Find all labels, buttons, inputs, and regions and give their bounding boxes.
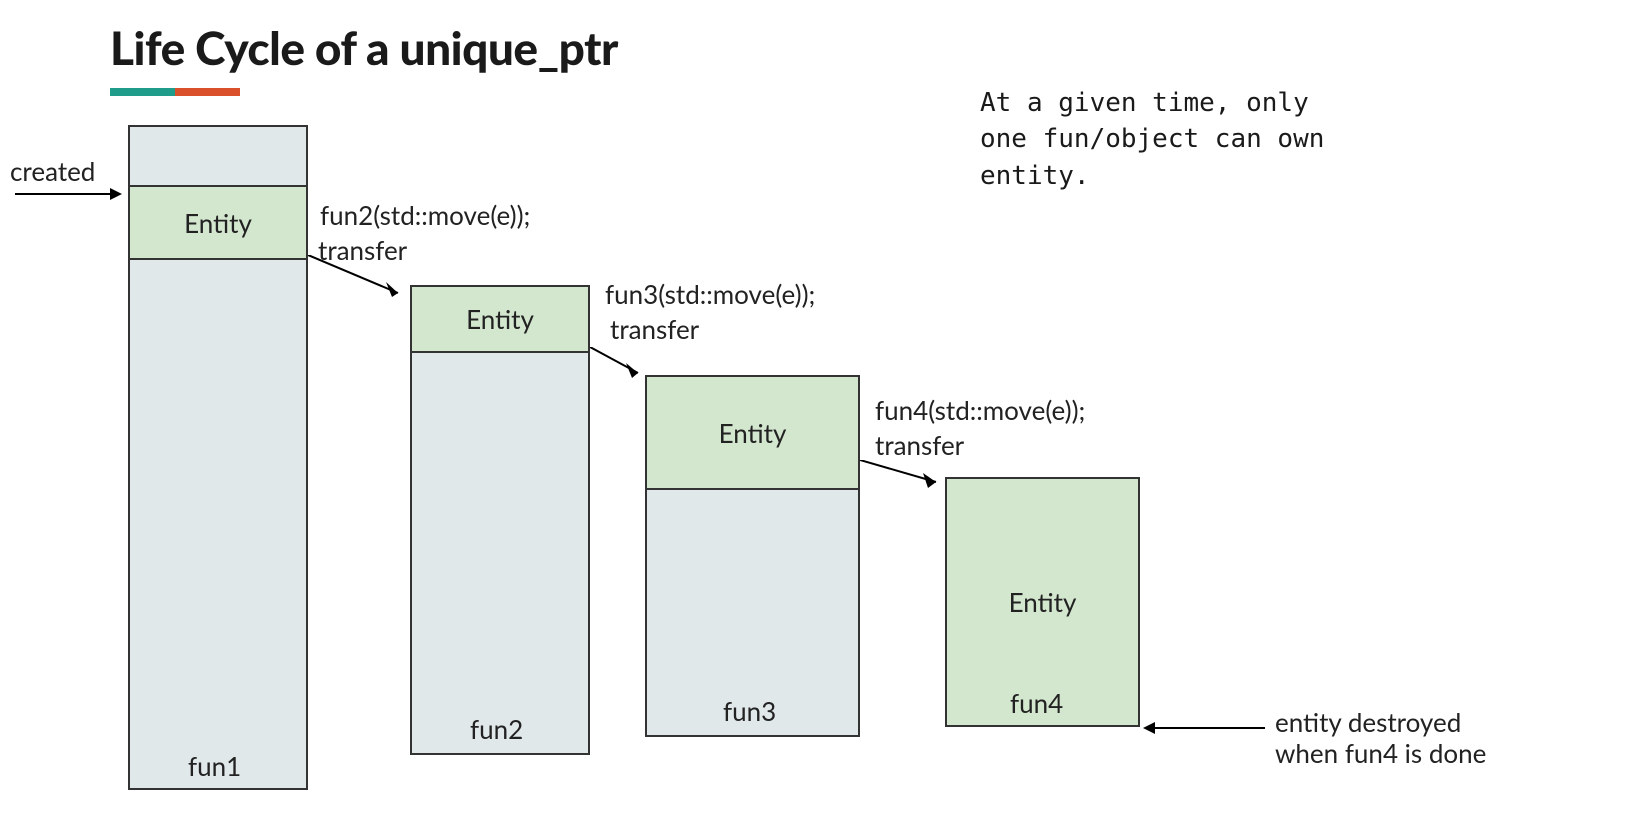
transfer3-arrow bbox=[860, 460, 955, 495]
title-underline bbox=[110, 88, 240, 96]
fun3-label: fun3 bbox=[723, 695, 776, 727]
destroyed-arrow bbox=[1145, 727, 1265, 729]
underline-orange bbox=[175, 88, 240, 96]
note-line-1: At a given time, only bbox=[980, 85, 1324, 121]
fun2-entity: Entity bbox=[410, 285, 590, 353]
transfer2-arrow bbox=[590, 347, 655, 387]
destroyed-line-2: when fun4 is done bbox=[1275, 738, 1486, 769]
transfer3-label: transfer bbox=[875, 430, 964, 461]
fun2-label: fun2 bbox=[470, 713, 523, 745]
transfer1-code: fun2(std::move(e)); bbox=[320, 200, 530, 231]
created-arrow bbox=[15, 193, 120, 195]
entity-label: Entity bbox=[719, 417, 787, 449]
transfer1-arrow bbox=[308, 255, 418, 305]
destroyed-line-1: entity destroyed bbox=[1275, 707, 1486, 738]
fun1-label: fun1 bbox=[188, 750, 241, 782]
created-label: created bbox=[10, 155, 95, 187]
slide-title: Life Cycle of a unique_ptr bbox=[110, 20, 618, 75]
transfer3-code: fun4(std::move(e)); bbox=[875, 395, 1085, 426]
transfer2-label: transfer bbox=[610, 314, 699, 345]
fun4-label: fun4 bbox=[1010, 687, 1063, 719]
fun3-entity: Entity bbox=[645, 375, 860, 490]
lifecycle-diagram: Entity fun1 Entity fun2 Entity fun3 Enti… bbox=[0, 125, 1650, 825]
transfer2-code: fun3(std::move(e)); bbox=[605, 279, 815, 310]
entity-label: Entity bbox=[466, 303, 534, 335]
fun2-box bbox=[410, 285, 590, 755]
underline-teal bbox=[110, 88, 175, 96]
destroyed-text: entity destroyed when fun4 is done bbox=[1275, 707, 1486, 769]
entity-label: Entity bbox=[184, 207, 252, 239]
fun1-entity: Entity bbox=[128, 185, 308, 260]
entity-label: Entity bbox=[1009, 586, 1077, 618]
